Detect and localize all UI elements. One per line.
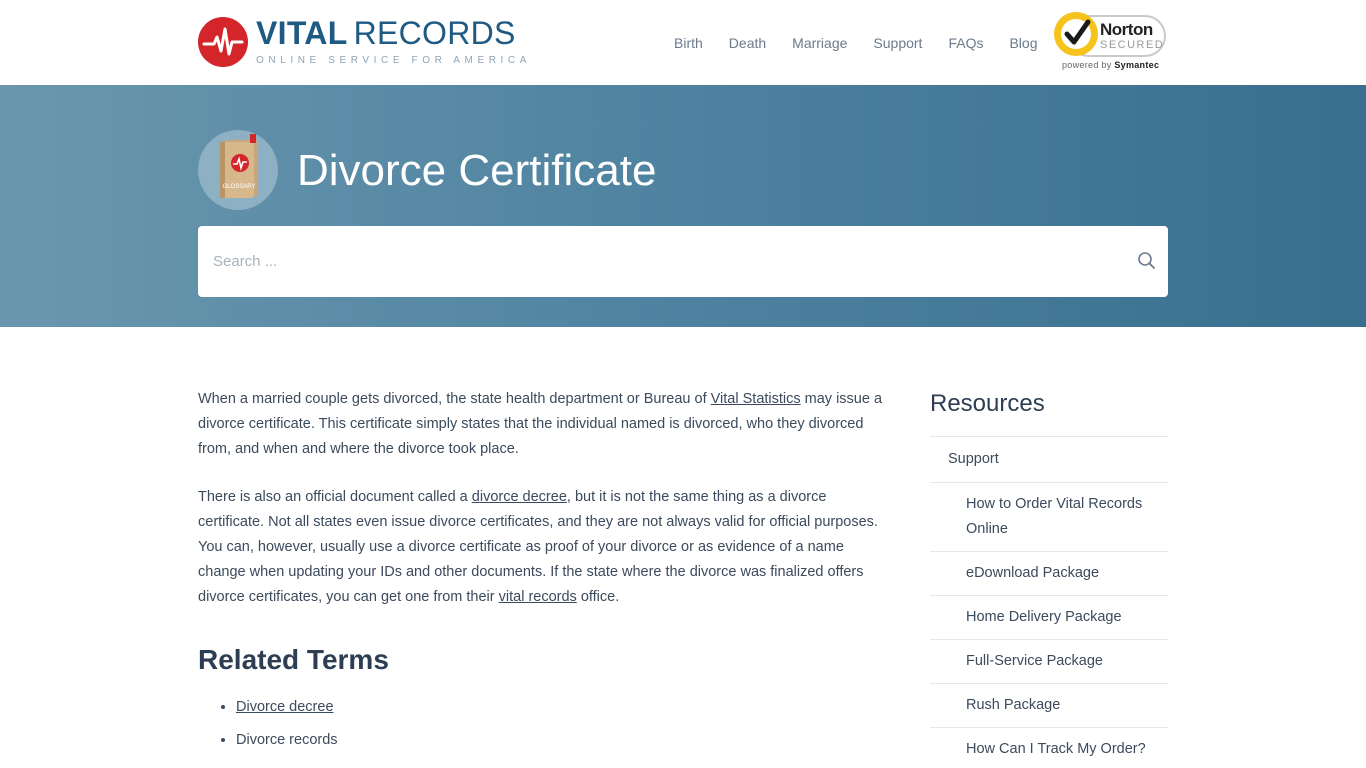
sidebar-list: Support How to Order Vital Records Onlin… — [930, 436, 1168, 768]
list-item: Divorce decree — [236, 697, 888, 717]
search-box — [198, 226, 1168, 297]
article-paragraph-2: There is also an official document calle… — [198, 485, 888, 610]
norton-secured-badge[interactable]: Norton SECURED powered by Symantec — [1054, 10, 1168, 72]
glossary-book-label: GLOSSARY — [223, 184, 256, 190]
logo-tagline: ONLINE SERVICE FOR AMERICA — [256, 55, 532, 66]
list-item: Divorce records — [236, 730, 888, 750]
link-vital-records[interactable]: vital records — [499, 589, 577, 605]
nav-death[interactable]: Death — [729, 34, 766, 52]
related-terms-list: Divorce decree Divorce records — [198, 697, 888, 750]
site-logo[interactable]: VITAL RECORDS ONLINE SERVICE FOR AMERICA — [198, 17, 531, 67]
link-vital-statistics[interactable]: Vital Statistics — [711, 391, 801, 407]
article-text: When a married couple gets divorced, the… — [198, 391, 711, 407]
nav-marriage[interactable]: Marriage — [792, 34, 847, 52]
sidebar-item-home-delivery[interactable]: Home Delivery Package — [930, 596, 1168, 640]
resources-sidebar: Resources Support How to Order Vital Rec… — [930, 389, 1168, 768]
heartbeat-icon — [198, 17, 248, 67]
page-hero: GLOSSARY Divorce Certificate — [0, 85, 1366, 327]
sidebar-item-edownload[interactable]: eDownload Package — [930, 552, 1168, 596]
logo-name-light: RECORDS — [353, 15, 516, 51]
glossary-book-icon: GLOSSARY — [198, 130, 278, 210]
search-input[interactable] — [198, 226, 1118, 297]
sidebar-item-support[interactable]: Support — [930, 437, 1168, 483]
nav-blog[interactable]: Blog — [1009, 34, 1037, 52]
sidebar-item-track-order[interactable]: How Can I Track My Order? — [930, 728, 1168, 768]
nav-support[interactable]: Support — [873, 34, 922, 52]
norton-powered-prefix: powered by — [1062, 60, 1112, 70]
norton-secured: SECURED — [1100, 39, 1165, 51]
search-icon[interactable] — [1136, 250, 1158, 272]
logo-name-bold: VITAL — [256, 15, 348, 51]
related-term-divorce-records: Divorce records — [236, 732, 338, 748]
related-terms-heading: Related Terms — [198, 644, 389, 675]
nav-faqs[interactable]: FAQs — [948, 34, 983, 52]
sidebar-heading: Resources — [930, 390, 1045, 417]
article-content: When a married couple gets divorced, the… — [198, 387, 888, 763]
sidebar-item-how-to-order[interactable]: How to Order Vital Records Online — [930, 483, 1168, 552]
sidebar-item-full-service[interactable]: Full-Service Package — [930, 640, 1168, 684]
norton-name: Norton — [1100, 20, 1153, 39]
norton-powered-brand: Symantec — [1114, 60, 1160, 70]
site-header: VITAL RECORDS ONLINE SERVICE FOR AMERICA … — [0, 0, 1366, 85]
article-text: There is also an official document calle… — [198, 489, 472, 505]
norton-powered-by: powered by Symantec — [1062, 60, 1159, 70]
logo-text: VITAL RECORDS ONLINE SERVICE FOR AMERICA — [256, 17, 531, 66]
related-link-divorce-decree[interactable]: Divorce decree — [236, 699, 334, 715]
page-title: Divorce Certificate — [297, 146, 657, 195]
sidebar-item-rush[interactable]: Rush Package — [930, 684, 1168, 728]
nav-birth[interactable]: Birth — [674, 34, 703, 52]
article-text: office. — [576, 589, 620, 605]
link-divorce-decree[interactable]: divorce decree — [472, 489, 567, 505]
main-nav: Birth Death Marriage Support FAQs Blog — [674, 34, 1064, 52]
article-paragraph-1: When a married couple gets divorced, the… — [198, 387, 888, 462]
norton-check-icon — [1054, 12, 1098, 56]
article-text: , but it is not the same thing as a divo… — [198, 489, 878, 605]
